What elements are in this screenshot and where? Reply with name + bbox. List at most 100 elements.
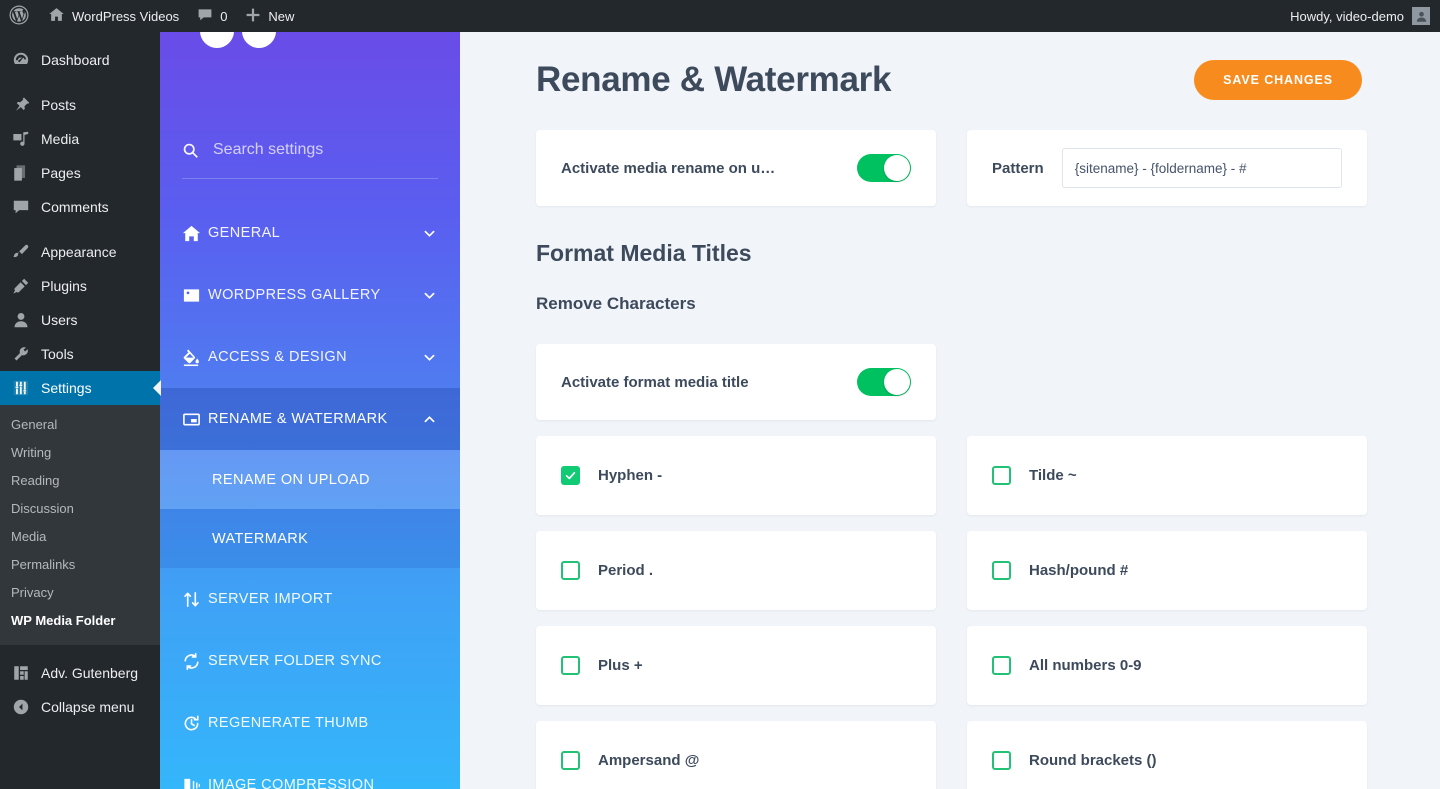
toggle-knob (884, 155, 910, 181)
checkbox-round-brackets[interactable] (992, 751, 1011, 770)
toggle-knob (884, 369, 910, 395)
sidebar-item-label: Collapse menu (41, 699, 134, 715)
nav-subitem-rename-on-upload[interactable]: RENAME ON UPLOAD (160, 450, 460, 509)
checkbox-tilde[interactable] (992, 466, 1011, 485)
sidebar-item-posts[interactable]: Posts (0, 88, 160, 122)
save-changes-button[interactable]: SAVE CHANGES (1194, 60, 1362, 100)
wrench-icon (11, 345, 31, 363)
plugin-nav-list: GENERAL WORDPRESS GALLERY ACCESS & DESIG… (160, 202, 460, 789)
checkbox-period[interactable] (561, 561, 580, 580)
checkbox-all-numbers[interactable] (992, 656, 1011, 675)
checkbox-hyphen[interactable] (561, 466, 580, 485)
comments-button[interactable]: 0 (188, 0, 236, 32)
nav-item-wordpress-gallery[interactable]: WORDPRESS GALLERY (160, 264, 460, 326)
home-icon (182, 224, 208, 243)
search-icon (182, 142, 199, 159)
comments-count: 0 (220, 9, 227, 24)
plugin-settings-nav: GENERAL WORDPRESS GALLERY ACCESS & DESIG… (160, 32, 460, 789)
chevron-down-icon (420, 350, 438, 365)
checkbox-card-hyphen: Hyphen - (536, 436, 936, 515)
pattern-input[interactable] (1062, 148, 1342, 188)
nav-item-rename-watermark[interactable]: RENAME & WATERMARK (160, 388, 460, 450)
wordpress-logo-button[interactable] (0, 0, 39, 32)
import-arrows-icon (182, 590, 208, 609)
check-icon (564, 469, 577, 482)
submenu-item-wp-media-folder[interactable]: WP Media Folder (0, 607, 160, 635)
nav-item-label: GENERAL (208, 225, 420, 241)
pattern-label: Pattern (992, 160, 1044, 177)
submenu-item-general[interactable]: General (0, 411, 160, 439)
sidebar-item-plugins[interactable]: Plugins (0, 269, 160, 303)
nav-item-regenerate-thumb[interactable]: REGENERATE THUMB (160, 692, 460, 754)
subsection-title-remove-characters: Remove Characters (460, 267, 1440, 314)
activate-media-rename-label: Activate media rename on u… (561, 160, 775, 177)
submenu-item-discussion[interactable]: Discussion (0, 495, 160, 523)
comment-bubble-icon (197, 7, 213, 26)
sidebar-item-media[interactable]: Media (0, 122, 160, 156)
nav-item-access-design[interactable]: ACCESS & DESIGN (160, 326, 460, 388)
sidebar-group-gap (0, 224, 160, 235)
submenu-item-permalinks[interactable]: Permalinks (0, 551, 160, 579)
brush-icon (11, 243, 31, 261)
comment-icon (11, 198, 31, 216)
checkbox-ampersand[interactable] (561, 751, 580, 770)
new-content-button[interactable]: New (236, 0, 303, 32)
sidebar-item-comments[interactable]: Comments (0, 190, 160, 224)
sidebar-item-tools[interactable]: Tools (0, 337, 160, 371)
wp-admin-bar: WordPress Videos 0 New Howdy, video-demo (0, 0, 1440, 32)
nav-item-image-compression[interactable]: IMAGE COMPRESSION (160, 754, 460, 789)
checkbox-card-period: Period . (536, 531, 936, 610)
page-title: Rename & Watermark (536, 60, 891, 100)
nav-item-general[interactable]: GENERAL (160, 202, 460, 264)
sidebar-item-label: Appearance (41, 244, 117, 260)
checkbox-card-tilde: Tilde ~ (967, 436, 1367, 515)
search-input[interactable] (213, 141, 423, 159)
search-settings-box[interactable] (160, 132, 460, 168)
submenu-item-media[interactable]: Media (0, 523, 160, 551)
submenu-item-privacy[interactable]: Privacy (0, 579, 160, 607)
checkbox-plus[interactable] (561, 656, 580, 675)
right-column-offset (967, 328, 1367, 436)
nav-item-label: IMAGE COMPRESSION (208, 777, 438, 789)
sidebar-item-label: Settings (41, 380, 92, 396)
sidebar-item-pages[interactable]: Pages (0, 156, 160, 190)
nav-item-label: ACCESS & DESIGN (208, 349, 420, 365)
sidebar-item-label: Media (41, 131, 79, 147)
settings-icon (11, 379, 31, 397)
chevron-down-icon (420, 288, 438, 303)
site-name-label: WordPress Videos (72, 9, 179, 24)
nav-item-label: REGENERATE THUMB (208, 715, 438, 731)
sidebar-item-settings[interactable]: Settings (0, 371, 160, 405)
activate-media-rename-card: Activate media rename on u… (536, 130, 936, 206)
nav-item-label: SERVER FOLDER SYNC (208, 653, 438, 669)
sidebar-item-appearance[interactable]: Appearance (0, 235, 160, 269)
submenu-item-writing[interactable]: Writing (0, 439, 160, 467)
nav-item-label: RENAME & WATERMARK (208, 411, 420, 427)
pages-icon (11, 164, 31, 182)
submenu-item-reading[interactable]: Reading (0, 467, 160, 495)
sidebar-item-users[interactable]: Users (0, 303, 160, 337)
sidebar-item-adv-gutenberg[interactable]: Adv. Gutenberg (0, 656, 160, 690)
sidebar-group-gap (0, 77, 160, 88)
checkbox-hash-pound[interactable] (992, 561, 1011, 580)
activate-format-media-title-toggle[interactable] (857, 368, 911, 396)
checkbox-label: Hyphen - (598, 467, 662, 484)
nav-item-server-folder-sync[interactable]: SERVER FOLDER SYNC (160, 630, 460, 692)
sidebar-item-collapse-menu[interactable]: Collapse menu (0, 690, 160, 724)
rename-icon (182, 410, 208, 429)
pin-icon (11, 96, 31, 114)
regenerate-icon (182, 714, 208, 733)
sidebar-top-gap (0, 32, 160, 43)
characters-right-column: Tilde ~ Hash/pound # All numbers 0-9 Rou… (967, 328, 1367, 789)
dashboard-icon (11, 51, 31, 69)
nav-subitem-watermark[interactable]: WATERMARK (160, 509, 460, 568)
nav-item-server-import[interactable]: SERVER IMPORT (160, 568, 460, 630)
howdy-label: Howdy, video-demo (1290, 9, 1404, 24)
activate-media-rename-toggle[interactable] (857, 154, 911, 182)
sidebar-item-dashboard[interactable]: Dashboard (0, 43, 160, 77)
site-name-button[interactable]: WordPress Videos (39, 0, 188, 32)
checkbox-label: Ampersand @ (598, 752, 699, 769)
top-settings-grid: Activate media rename on u… Pattern (460, 100, 1440, 206)
account-menu[interactable]: Howdy, video-demo (1290, 7, 1440, 25)
activate-format-media-title-label: Activate format media title (561, 374, 749, 391)
